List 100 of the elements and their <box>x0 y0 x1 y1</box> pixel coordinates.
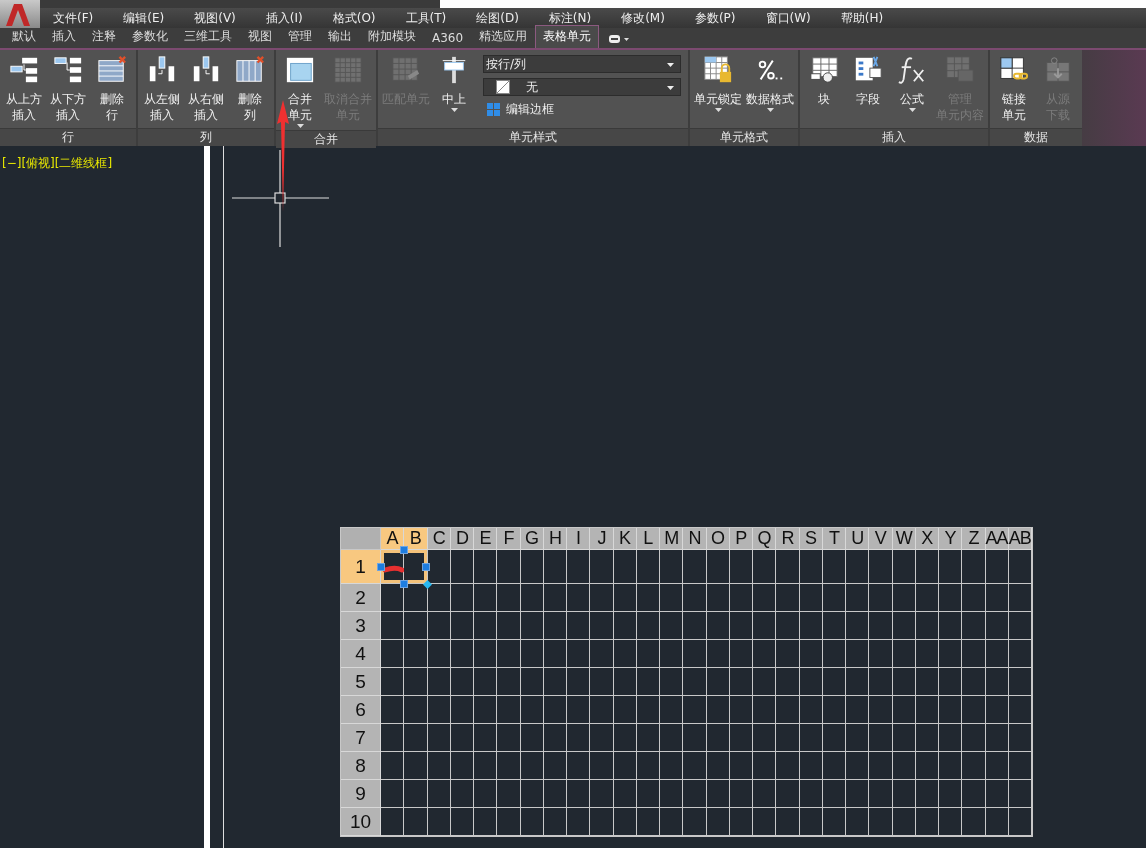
ribbon-tab[interactable]: 注释 <box>84 25 124 48</box>
table-cell[interactable] <box>822 752 846 780</box>
row-header[interactable]: 8 <box>341 752 381 780</box>
table-cell[interactable] <box>706 808 730 836</box>
table-cell[interactable] <box>822 696 846 724</box>
table-cell[interactable] <box>381 780 405 808</box>
table-cell[interactable] <box>985 668 1009 696</box>
table-cell[interactable] <box>683 668 707 696</box>
table-cell[interactable] <box>776 640 800 668</box>
table-cell[interactable] <box>450 550 474 584</box>
table-cell[interactable] <box>776 752 800 780</box>
app-logo-icon[interactable] <box>0 0 40 28</box>
ribbon-button[interactable]: 从左侧 插入 <box>141 53 183 128</box>
table-cell[interactable] <box>939 780 963 808</box>
table-cell[interactable] <box>892 612 916 640</box>
ribbon-button[interactable]: 删除 行 <box>91 53 133 128</box>
table-cell[interactable] <box>474 550 498 584</box>
table-cell[interactable] <box>985 780 1009 808</box>
table-cell[interactable] <box>520 752 544 780</box>
ribbon-button[interactable]: 字段 <box>847 53 889 128</box>
table-cell[interactable] <box>683 550 707 584</box>
column-header[interactable]: B <box>404 528 428 550</box>
ribbon-tab[interactable]: 附加模块 <box>360 25 424 48</box>
table-cell[interactable] <box>706 668 730 696</box>
table-cell[interactable] <box>846 668 870 696</box>
table-cell[interactable] <box>381 612 405 640</box>
table-cell[interactable] <box>497 584 521 612</box>
table-cell[interactable] <box>567 780 591 808</box>
table-cell[interactable] <box>799 584 823 612</box>
table-cell[interactable] <box>636 808 660 836</box>
table-cell[interactable] <box>962 780 986 808</box>
table-cell[interactable] <box>985 724 1009 752</box>
table-cell[interactable] <box>753 612 777 640</box>
table-cell[interactable] <box>869 696 893 724</box>
table-cell[interactable] <box>753 696 777 724</box>
table-cell[interactable] <box>985 550 1009 584</box>
table-cell[interactable] <box>939 808 963 836</box>
table-cell[interactable] <box>915 752 939 780</box>
table-cell[interactable] <box>497 550 521 584</box>
table-cell[interactable] <box>543 724 567 752</box>
table-cell[interactable] <box>683 752 707 780</box>
table-cell[interactable] <box>474 612 498 640</box>
table-cell[interactable] <box>450 696 474 724</box>
table-cell[interactable] <box>962 668 986 696</box>
table-cell[interactable] <box>567 668 591 696</box>
table-cell[interactable] <box>892 640 916 668</box>
table-cell[interactable] <box>962 724 986 752</box>
table-cell[interactable] <box>822 584 846 612</box>
table-cell[interactable] <box>474 780 498 808</box>
table-cell[interactable] <box>381 550 405 584</box>
table-cell[interactable] <box>776 780 800 808</box>
table-cell[interactable] <box>1008 668 1032 696</box>
ribbon-tab[interactable]: 管理 <box>280 25 320 48</box>
column-header[interactable]: A <box>381 528 405 550</box>
column-header[interactable]: M <box>660 528 684 550</box>
table-cell[interactable] <box>590 752 614 780</box>
table-cell[interactable] <box>590 724 614 752</box>
table-cell[interactable] <box>520 640 544 668</box>
table-cell[interactable] <box>636 584 660 612</box>
table-cell[interactable] <box>753 752 777 780</box>
table-cell[interactable] <box>706 612 730 640</box>
table-cell[interactable] <box>822 640 846 668</box>
table-cell[interactable] <box>404 612 428 640</box>
menu-item[interactable]: 编辑(E) <box>114 9 174 27</box>
menu-item[interactable]: 绘图(D) <box>467 9 528 27</box>
table-cell[interactable] <box>474 752 498 780</box>
table-cell[interactable] <box>613 584 637 612</box>
table-cell[interactable] <box>450 584 474 612</box>
table-cell[interactable] <box>660 640 684 668</box>
column-header[interactable]: X <box>915 528 939 550</box>
table-cell[interactable] <box>799 724 823 752</box>
table-cell[interactable] <box>404 640 428 668</box>
table-cell[interactable] <box>985 640 1009 668</box>
table-cell[interactable] <box>892 752 916 780</box>
table-cell[interactable] <box>753 640 777 668</box>
table-cell[interactable] <box>543 584 567 612</box>
table-cell[interactable] <box>567 550 591 584</box>
table-cell[interactable] <box>636 696 660 724</box>
table-cell[interactable] <box>799 808 823 836</box>
table-cell[interactable] <box>497 780 521 808</box>
table-cell[interactable] <box>846 780 870 808</box>
row-header[interactable]: 2 <box>341 584 381 612</box>
table-cell[interactable] <box>474 724 498 752</box>
column-header[interactable]: V <box>869 528 893 550</box>
table-cell[interactable] <box>939 696 963 724</box>
table-cell[interactable] <box>915 584 939 612</box>
column-header[interactable]: E <box>474 528 498 550</box>
table-cell[interactable] <box>939 668 963 696</box>
table-cell[interactable] <box>869 640 893 668</box>
table-cell[interactable] <box>660 550 684 584</box>
table-cell[interactable] <box>543 696 567 724</box>
table-cell[interactable] <box>427 668 451 696</box>
table-cell[interactable] <box>729 640 753 668</box>
table-cell[interactable] <box>450 640 474 668</box>
table-cell[interactable] <box>1008 724 1032 752</box>
table-cell[interactable] <box>892 550 916 584</box>
table-cell[interactable] <box>915 696 939 724</box>
table-cell[interactable] <box>846 612 870 640</box>
table-cell[interactable] <box>567 808 591 836</box>
table-cell[interactable] <box>915 808 939 836</box>
